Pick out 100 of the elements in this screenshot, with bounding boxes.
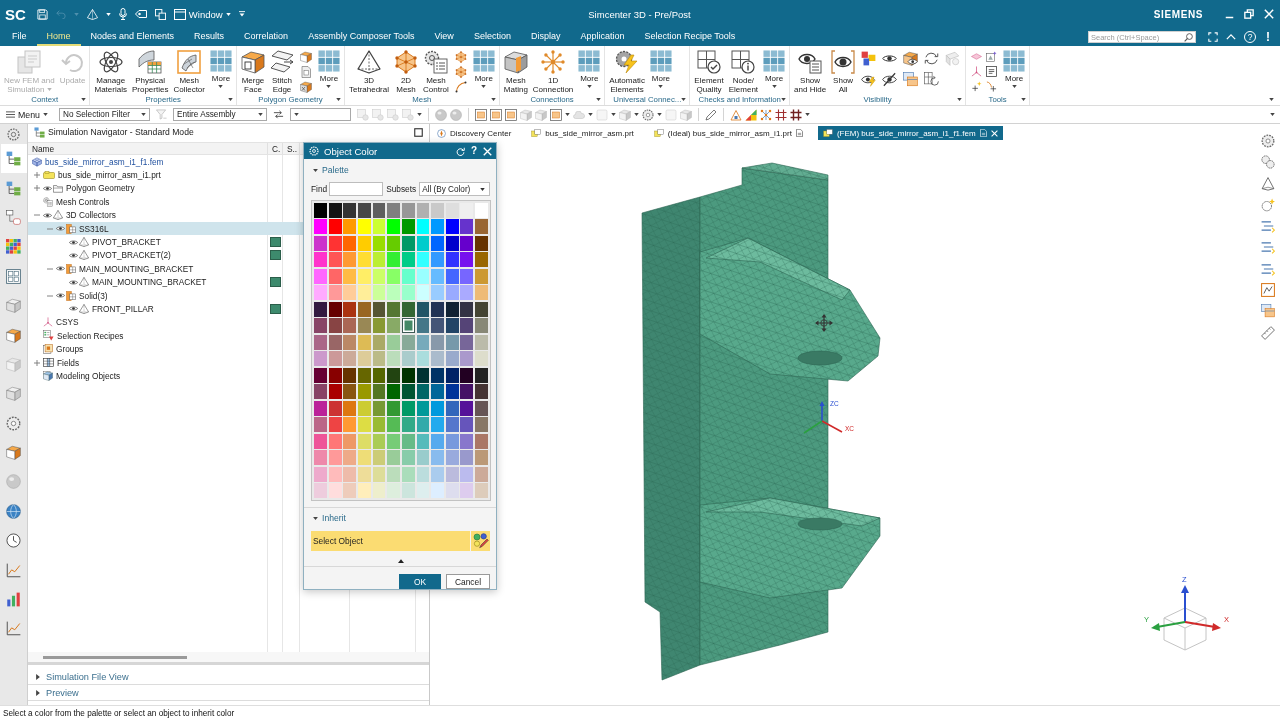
color-swatch[interactable]: [460, 301, 474, 317]
color-swatch[interactable]: [357, 466, 371, 482]
tree-item[interactable]: MAIN_MOUNTING_BRACKET: [28, 275, 429, 289]
tetrahedron-icon[interactable]: [86, 8, 98, 20]
more-button[interactable]: More: [761, 48, 788, 89]
chart-frame-icon[interactable]: [1261, 283, 1275, 298]
color-swatch[interactable]: [445, 450, 459, 465]
color-swatch[interactable]: [416, 285, 430, 301]
ribbon-button[interactable]: Mesh Collector: [171, 48, 207, 95]
color-swatch[interactable]: [475, 219, 488, 235]
color-swatch[interactable]: [387, 367, 401, 383]
tree-item[interactable]: FRONT_PILLAR: [28, 302, 429, 316]
color-swatch[interactable]: [343, 219, 357, 235]
menu-button[interactable]: Menu: [6, 109, 48, 120]
color-swatch[interactable]: [431, 483, 445, 498]
color-swatch[interactable]: [372, 450, 386, 465]
color-swatch[interactable]: [328, 417, 342, 433]
color-swatch[interactable]: [314, 268, 327, 284]
menu-tab[interactable]: View: [424, 28, 464, 46]
caret-icon[interactable]: [336, 98, 341, 102]
ruler-icon[interactable]: [1261, 325, 1275, 340]
color-swatch[interactable]: [431, 301, 445, 317]
cube-icon[interactable]: [300, 51, 312, 63]
color-swatch[interactable]: [416, 268, 430, 284]
color-swatch[interactable]: [343, 235, 357, 251]
color-swatch[interactable]: [416, 301, 430, 317]
cube-icon[interactable]: [680, 108, 692, 121]
color-swatch[interactable]: [416, 351, 430, 367]
color-swatch[interactable]: [372, 268, 386, 284]
color-swatch[interactable]: [401, 466, 415, 482]
color-swatch[interactable]: [431, 400, 445, 416]
color-swatch[interactable]: [372, 219, 386, 235]
axes-icon[interactable]: [971, 66, 983, 77]
cube-eye-icon[interactable]: [903, 51, 919, 66]
caret-icon[interactable]: [565, 113, 570, 116]
color-swatch[interactable]: [387, 400, 401, 416]
color-swatch[interactable]: [445, 203, 459, 218]
color-swatch[interactable]: [328, 384, 342, 400]
fullscreen-icon[interactable]: [1208, 32, 1218, 42]
horizontal-scrollbar[interactable]: [43, 655, 187, 659]
color-swatch[interactable]: [357, 203, 371, 218]
close-icon[interactable]: [1264, 9, 1274, 19]
panel-refresh-icon[interactable]: [924, 72, 940, 87]
caret-icon[interactable]: [957, 98, 963, 102]
color-swatch[interactable]: [328, 400, 342, 416]
microphone-icon[interactable]: [118, 8, 127, 20]
document-tab[interactable]: Discovery Center: [432, 126, 517, 140]
color-swatch[interactable]: [445, 351, 459, 367]
color-swatch[interactable]: [372, 301, 386, 317]
color-swatch[interactable]: [314, 351, 327, 367]
color-swatch[interactable]: [401, 367, 415, 383]
color-swatch[interactable]: [431, 450, 445, 465]
ribbon-button[interactable]: Physical Properties: [129, 48, 171, 95]
tree-item[interactable]: Solid(3): [28, 288, 429, 303]
color-swatch[interactable]: [357, 268, 371, 284]
grid-lines-icon[interactable]: [790, 108, 802, 121]
color-swatch[interactable]: [357, 318, 371, 334]
color-swatch[interactable]: [328, 301, 342, 317]
windows-icon[interactable]: [154, 8, 166, 20]
color-swatch[interactable]: [357, 400, 371, 416]
filter-icon[interactable]: [156, 109, 167, 120]
color-swatch[interactable]: [372, 384, 386, 400]
color-swatch[interactable]: [416, 203, 430, 218]
sphere-icon[interactable]: [435, 108, 447, 121]
note-icon[interactable]: [986, 66, 998, 77]
ribbon-button[interactable]: 3D Tetrahedral: [347, 48, 391, 95]
customize-icon[interactable]: [238, 11, 245, 17]
frame-icon[interactable]: [505, 108, 517, 121]
color-swatch[interactable]: [387, 318, 401, 334]
color-swatch[interactable]: [387, 285, 401, 301]
color-swatch[interactable]: [475, 417, 488, 433]
color-swatch[interactable]: [343, 367, 357, 383]
ribbon-button[interactable]: Mesh Control: [421, 48, 451, 95]
color-swatch[interactable]: [401, 301, 415, 317]
color-swatch[interactable]: [372, 235, 386, 251]
color-swatch[interactable]: [387, 351, 401, 367]
color-swatch[interactable]: [416, 235, 430, 251]
color-swatch[interactable]: [372, 285, 386, 301]
layers-icon[interactable]: [1261, 304, 1275, 319]
mesh-model-drawing[interactable]: [641, 162, 881, 681]
caret-icon[interactable]: [781, 98, 787, 102]
color-swatch[interactable]: [416, 384, 430, 400]
arrows-icon[interactable]: [273, 109, 284, 120]
color-swatch[interactable]: [314, 203, 327, 218]
color-swatch[interactable]: [328, 285, 342, 301]
lines-icon[interactable]: [1261, 240, 1275, 255]
ribbon-button[interactable]: Manage Materials: [92, 48, 129, 95]
eye-icon[interactable]: [69, 306, 78, 312]
point-plus-icon[interactable]: [971, 81, 983, 92]
section-header[interactable]: Preview: [28, 685, 429, 701]
tree-item[interactable]: Modeling Objects: [28, 369, 429, 383]
ribbon-button[interactable]: Automatic Elements: [607, 48, 647, 95]
frame-icon[interactable]: [490, 108, 502, 121]
settings-icon[interactable]: [309, 146, 319, 156]
refresh-icon[interactable]: [924, 51, 940, 66]
color-swatch[interactable]: [328, 235, 342, 251]
color-swatch[interactable]: [431, 367, 445, 383]
ok-button[interactable]: OK: [399, 574, 441, 589]
help-button[interactable]: ?: [470, 146, 477, 156]
menu-tab[interactable]: Nodes and Elements: [80, 28, 185, 46]
